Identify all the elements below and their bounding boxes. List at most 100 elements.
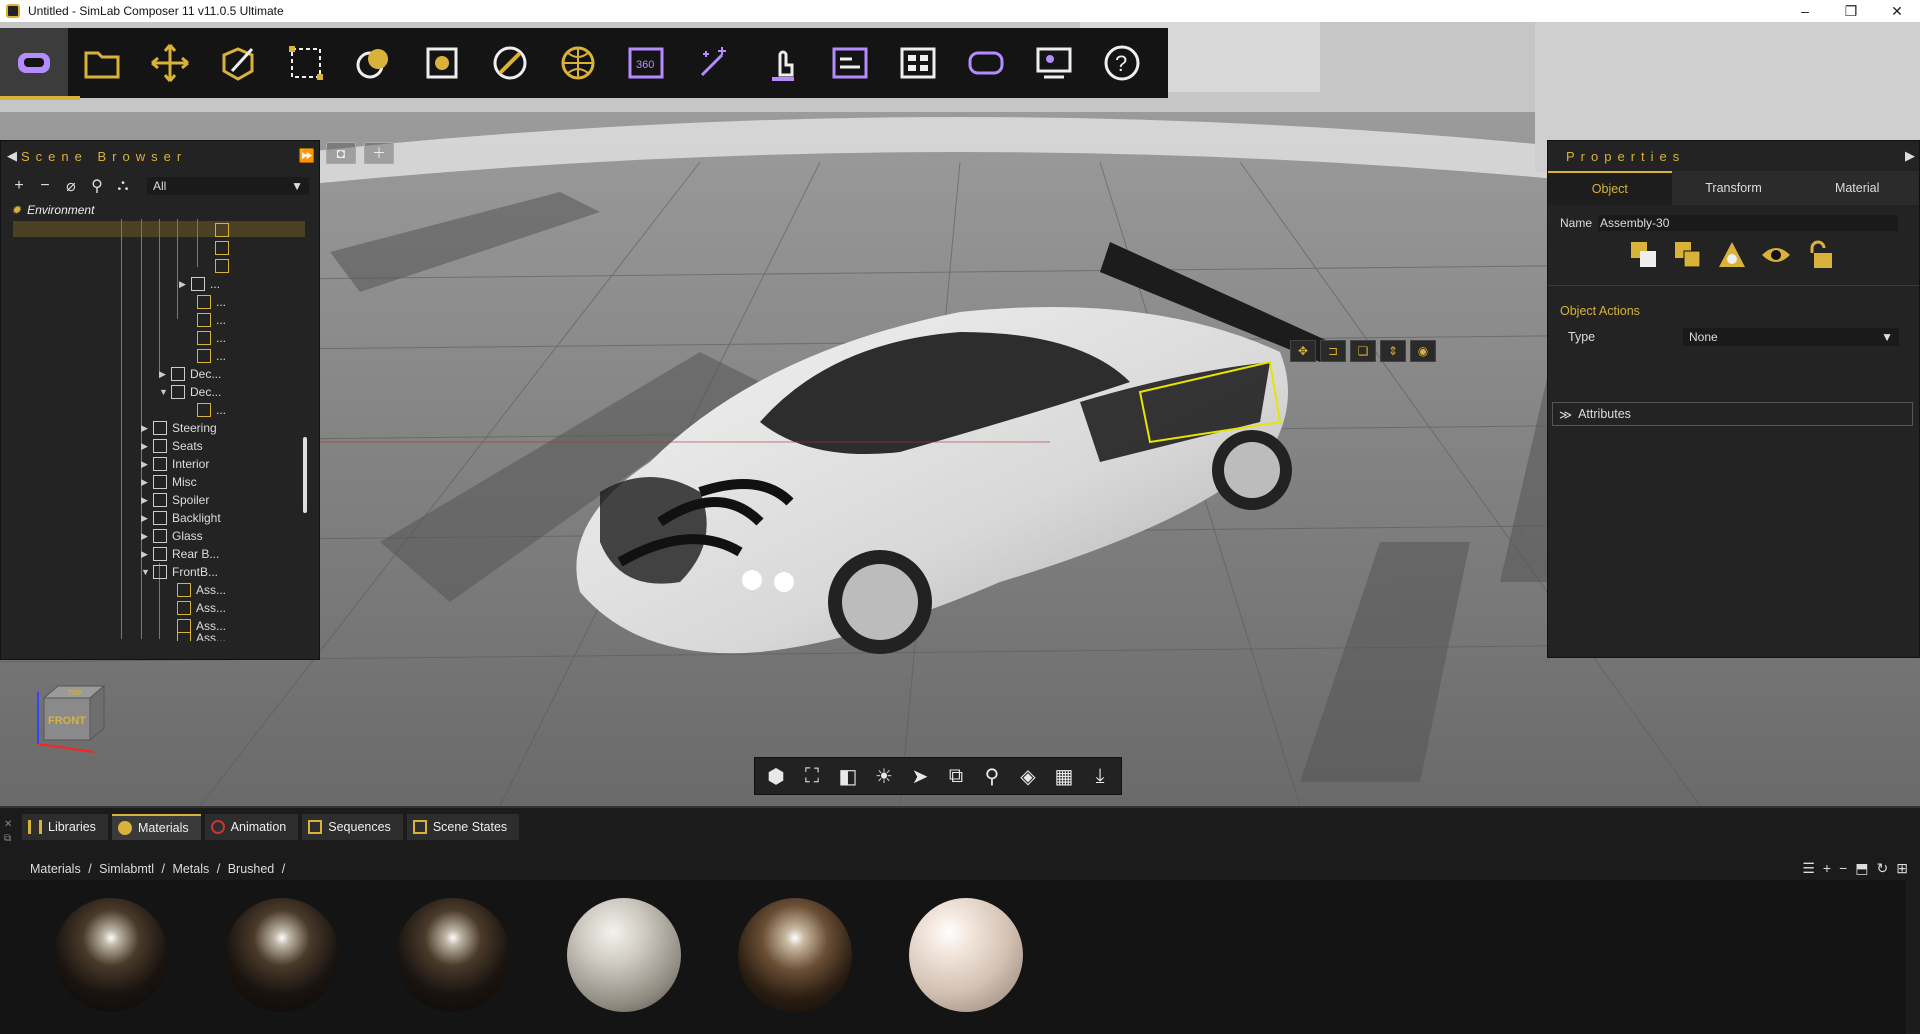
expand-icon[interactable]: ▶ xyxy=(159,369,171,380)
instance-icon[interactable] xyxy=(1628,239,1660,271)
tab-object[interactable]: Object xyxy=(1548,171,1672,205)
pivot-icon[interactable]: ⊐ xyxy=(1320,340,1346,362)
tab-materials[interactable]: Materials xyxy=(111,814,201,840)
import-icon[interactable]: ⬒ xyxy=(1855,860,1868,877)
expand-right-icon[interactable]: ⏩ xyxy=(299,148,315,164)
vr-icon[interactable] xyxy=(0,28,80,100)
minimize-button[interactable]: – xyxy=(1782,3,1828,20)
copy-icon[interactable] xyxy=(1672,239,1704,271)
globe-icon[interactable] xyxy=(544,28,612,98)
search-icon[interactable]: ⚲ xyxy=(89,176,105,196)
render-icon[interactable] xyxy=(408,28,476,98)
materials-icon[interactable] xyxy=(340,28,408,98)
collapse-left-icon[interactable]: ◀ xyxy=(7,148,17,164)
tree-item-interior[interactable]: ▶ Interior xyxy=(141,455,209,473)
material-pick-icon[interactable]: ◉ xyxy=(1410,340,1436,362)
zoom-icon[interactable]: ⚲ xyxy=(975,759,1009,793)
expand-icon[interactable]: ▶ xyxy=(141,531,153,542)
name-field[interactable] xyxy=(1598,215,1899,231)
tree-item[interactable]: Ass... xyxy=(177,581,226,599)
tree-item-backlight[interactable]: ▶ Backlight xyxy=(141,509,221,527)
tree-item-environment[interactable]: ✹ Environment xyxy=(11,201,94,219)
eye-icon[interactable] xyxy=(1760,239,1792,271)
add-icon[interactable]: + xyxy=(11,177,27,195)
select-icon[interactable] xyxy=(272,28,340,98)
tree-item[interactable]: ... xyxy=(197,293,226,311)
scene-filter-select[interactable]: All ▼ xyxy=(147,177,309,195)
tree-item[interactable] xyxy=(215,257,234,275)
vr-headset-icon[interactable] xyxy=(952,28,1020,98)
expand-icon[interactable]: ▶ xyxy=(141,477,153,488)
group-icon[interactable]: ⛬ xyxy=(115,177,131,195)
maximize-button[interactable]: ❐ xyxy=(1828,3,1874,20)
shape-icon[interactable] xyxy=(1716,239,1748,271)
material-swatch[interactable] xyxy=(909,898,1023,1012)
add-icon[interactable]: + xyxy=(1823,860,1831,877)
help-icon[interactable]: ? xyxy=(1088,28,1156,98)
breadcrumb-simlabmtl[interactable]: Simlabmtl xyxy=(99,862,154,876)
expand-icon[interactable]: ▶ xyxy=(141,459,153,470)
tab-libraries[interactable]: Libraries xyxy=(22,814,108,840)
move-icon[interactable] xyxy=(136,28,204,98)
close-button[interactable]: ✕ xyxy=(1874,3,1920,20)
tree-scrollbar[interactable] xyxy=(303,437,307,513)
edit-icon[interactable] xyxy=(204,28,272,98)
tree-item[interactable]: ... xyxy=(197,311,226,329)
grid-icon[interactable]: ▦ xyxy=(1047,759,1081,793)
tree-item-misc[interactable]: ▶ Misc xyxy=(141,473,197,491)
tree-item-steering[interactable]: ▶ Steering xyxy=(141,419,217,437)
grid-view-icon[interactable]: ⊞ xyxy=(1896,860,1908,877)
layout-icon[interactable] xyxy=(884,28,952,98)
view-cube-icon[interactable]: ⬢ xyxy=(759,759,793,793)
touch-icon[interactable] xyxy=(748,28,816,98)
tab-material[interactable]: Material xyxy=(1795,171,1919,205)
duplicate-icon[interactable]: ❏ xyxy=(1350,340,1376,362)
tree-item-seats[interactable]: ▶ Seats xyxy=(141,437,203,455)
tree-item-glass[interactable]: ▶ Glass xyxy=(141,527,203,545)
expand-icon[interactable]: ▶ xyxy=(141,495,153,506)
expand-icon[interactable]: ▶ xyxy=(141,513,153,524)
collapse-icon[interactable]: ▼ xyxy=(141,567,153,577)
expand-icon[interactable]: ▶ xyxy=(141,423,153,434)
tree-item[interactable]: ▶... xyxy=(179,275,220,293)
tag-icon[interactable]: ⌀ xyxy=(63,176,79,196)
expand-icon[interactable]: ▶ xyxy=(179,279,191,290)
material-swatch[interactable] xyxy=(738,898,852,1012)
tab-sequences[interactable]: Sequences xyxy=(302,814,403,840)
presenter-icon[interactable] xyxy=(1020,28,1088,98)
tree-item[interactable]: ... xyxy=(197,347,226,365)
tab-animation[interactable]: Animation xyxy=(204,814,299,840)
magic-icon[interactable] xyxy=(680,28,748,98)
attributes-section[interactable]: ≫ Attributes xyxy=(1552,402,1913,426)
material-swatch[interactable] xyxy=(54,898,168,1012)
unlock-icon[interactable] xyxy=(1804,239,1836,271)
close-icon[interactable]: ✕ xyxy=(4,818,12,832)
expand-right-icon[interactable]: ▶ xyxy=(1905,148,1915,164)
undock-icon[interactable]: ⧉ xyxy=(4,832,12,846)
material-swatch[interactable] xyxy=(225,898,339,1012)
add-view-icon[interactable]: ＋ xyxy=(364,142,394,164)
tree-item[interactable]: ▶ Dec... xyxy=(159,365,221,383)
material-swatch[interactable] xyxy=(396,898,510,1012)
breadcrumb-brushed[interactable]: Brushed xyxy=(228,862,275,876)
open-icon[interactable] xyxy=(68,28,136,98)
sequence-icon[interactable] xyxy=(816,28,884,98)
navigation-cube[interactable]: TOP FRONT xyxy=(34,682,114,762)
arrow-updown-icon[interactable]: ⇕ xyxy=(1380,340,1406,362)
type-select[interactable]: None ▼ xyxy=(1683,328,1899,346)
pointer-icon[interactable]: ➤ xyxy=(903,759,937,793)
list-view-icon[interactable]: ☰ xyxy=(1802,860,1815,877)
breadcrumb-metals[interactable]: Metals xyxy=(172,862,209,876)
expand-icon[interactable]: ▶ xyxy=(141,441,153,452)
tree-item[interactable] xyxy=(215,221,234,239)
drop-icon[interactable]: ⤓ xyxy=(1083,759,1117,793)
expand-icon[interactable]: ▶ xyxy=(141,549,153,560)
tab-transform[interactable]: Transform xyxy=(1672,171,1796,205)
frame-icon[interactable]: ⛶ xyxy=(795,759,829,793)
3d-viewport[interactable]: 360 ? ◘ ＋ ◀ Scene Browser ⏩ + − ⌀ ⚲ ⛬ Al… xyxy=(0,22,1920,806)
light-icon[interactable]: ☀ xyxy=(867,759,901,793)
shading-icon[interactable]: ◧ xyxy=(831,759,865,793)
360-icon[interactable]: 360 xyxy=(612,28,680,98)
tree-item-rear-bumper[interactable]: ▶ Rear B... xyxy=(141,545,219,563)
tree-item-front-bumper[interactable]: ▼ FrontB... xyxy=(141,563,218,581)
